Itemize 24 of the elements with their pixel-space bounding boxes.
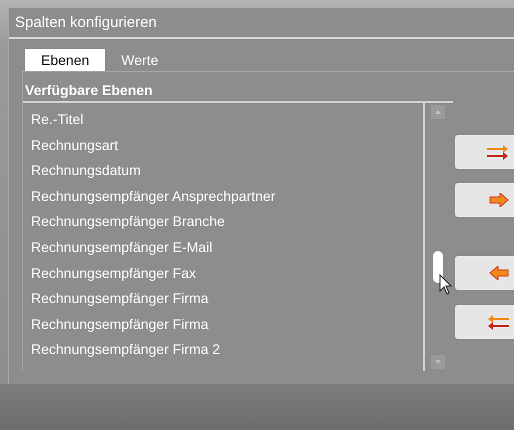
dialog-title: Spalten konfigurieren — [9, 8, 514, 39]
right-arrow-icon — [489, 193, 509, 207]
list-item[interactable]: Rechnungsdatum — [31, 158, 423, 184]
tab[interactable]: Ebenen — [25, 49, 106, 71]
list-item[interactable]: Rechnungsart — [31, 132, 423, 158]
list-item[interactable]: Rechnungsempfänger Firma — [31, 312, 423, 338]
move-button[interactable] — [455, 256, 514, 290]
left-arrow-icon — [489, 266, 509, 280]
list-item[interactable]: Re.-Titel — [31, 107, 423, 133]
move-button[interactable] — [455, 305, 514, 339]
scroll-thumb[interactable] — [433, 251, 443, 283]
list-heading: Verfügbare Ebenen — [23, 72, 453, 103]
tab[interactable]: Werte — [109, 49, 170, 71]
list-item[interactable]: Rechnungsempfänger Ansprechpartner — [31, 184, 423, 210]
list-item[interactable]: Rechnungsempfänger Branche — [31, 209, 423, 235]
double-left-arrow-icon — [487, 314, 509, 330]
list-item[interactable]: Rechnungsempfänger Fax — [31, 260, 423, 286]
list-item[interactable]: Rechnungsempfänger E-Mail — [31, 234, 423, 261]
move-button[interactable] — [455, 135, 514, 169]
move-button[interactable] — [455, 183, 514, 217]
list-item[interactable]: Rechnungsempfänger Firma — [31, 286, 423, 312]
mouse-cursor-icon — [439, 274, 453, 296]
list-item[interactable]: Rechnungsempfänger Firma 2 — [31, 337, 423, 363]
double-right-arrow-icon — [487, 144, 509, 160]
